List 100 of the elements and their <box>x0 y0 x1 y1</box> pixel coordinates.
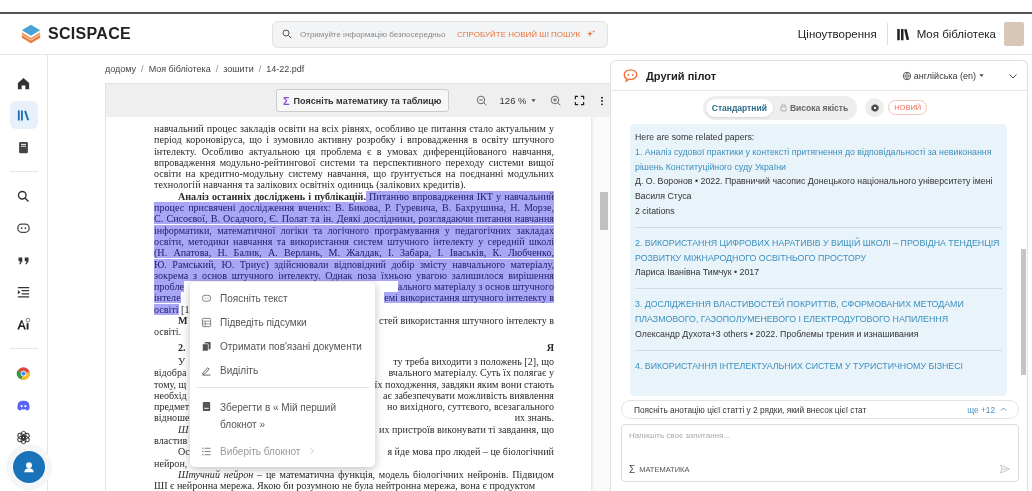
document-text: М <box>178 315 188 327</box>
breadcrumb-link[interactable]: додому <box>105 64 137 74</box>
document-text: їх походження, завдяки яким вони стають <box>374 378 554 390</box>
knot-icon <box>16 429 31 445</box>
notebook-icon <box>16 139 31 155</box>
zoom-in-icon[interactable] <box>548 94 562 107</box>
more-suggestions-button[interactable]: ще +12 <box>967 404 1008 415</box>
settings-button[interactable] <box>865 98 885 117</box>
menu-item[interactable]: Підведіть підсумки <box>196 310 369 334</box>
pricing-link[interactable]: Ціноутворення <box>787 28 887 40</box>
paper-meta: Лариса Іванівна Тимчук • 2017 <box>635 266 761 280</box>
document-text: пробле <box>154 281 184 293</box>
document-text: відобра <box>154 367 187 379</box>
document-text: інтелекту. Особливо актуальною ця проблема є в умовах диференційованого навчання, <box>154 145 554 157</box>
mode-tab[interactable]: Стандартний <box>705 98 773 117</box>
mode-tab[interactable]: Висока якість <box>772 98 855 117</box>
document-text: відноше <box>154 412 190 424</box>
document-text: предмет <box>154 401 190 413</box>
scrollbar[interactable] <box>1021 249 1026 375</box>
document-text: ШІ є нейронна мережа. Якою би розумною не була нейтронна мережа, вона є продуктом <box>154 480 536 491</box>
breadcrumb-link[interactable]: Моя бібліотека <box>148 64 211 74</box>
document-text: вчального матеріалу. Суть їх полягає у <box>388 367 554 379</box>
document-text: Ю. Рамський, Ю. Триус) здійснювали відповідний добір змісту навчального матеріалу, <box>154 258 554 270</box>
breadcrumb-separator: / <box>215 64 219 74</box>
document-text: ального матеріалу з основ штучного <box>397 281 554 293</box>
caret-icon <box>978 72 985 79</box>
chevron-up-icon <box>999 405 1008 414</box>
ai-text-icon <box>16 316 31 332</box>
document-text: тому, щ <box>154 378 187 390</box>
document-text: впровадження модульно-рейтингової системи та перспективного переходу системи вищої <box>154 156 554 168</box>
chat-icon <box>201 292 212 304</box>
pen-icon <box>201 364 212 376</box>
document-text: зокрема з основ штучного інтелекту. Однак поза їхньою увагою залишилося вирішення <box>154 269 554 281</box>
document-text: властив <box>154 435 188 446</box>
browser-icon <box>16 365 31 381</box>
logo-icon <box>20 23 42 45</box>
suggestion-chip[interactable]: Поясніть анотацію цієї статті у 2 рядки, який внесок цієї стат ще +12 <box>621 400 1019 419</box>
document-text: Ш <box>178 423 189 435</box>
document-text: [1 <box>180 303 190 315</box>
document-text: інтеле <box>154 292 181 304</box>
document-text: нейрон, <box>154 457 188 469</box>
lock-icon <box>778 103 788 112</box>
person-icon <box>22 460 36 474</box>
document-text: ту треба виходити з положень [2], що <box>393 355 554 367</box>
fullscreen-icon[interactable] <box>573 95 585 106</box>
zoom-out-icon[interactable] <box>474 94 488 107</box>
paper-meta: Олександр Духота+3 others • 2022. Проблемы трения и изнашивания <box>635 327 920 341</box>
menu-item[interactable]: Зберегти в « Мій перший блокнот » <box>196 393 369 439</box>
breadcrumb-link[interactable]: зошити <box>223 64 254 74</box>
document-text: період короновіруса, що і зумовило активну розробку і впровадження в освіту штучного <box>154 134 554 146</box>
breadcrumb-separator: / <box>258 64 262 74</box>
document-text: 2. <box>178 341 186 353</box>
copilot-icon <box>623 68 638 83</box>
document-text: Ос <box>178 446 190 458</box>
document-text: Аналіз останніх досліджень і публікацій. <box>178 190 366 202</box>
language-dropdown[interactable]: англійська (en) <box>901 70 985 81</box>
document-text: но вихідного, суттєвого, всезагального <box>387 401 554 413</box>
menu-item[interactable]: Поясніть текст <box>196 286 369 310</box>
breadcrumb-link[interactable]: 14-22.pdf <box>266 64 305 74</box>
document-text: освіті. <box>154 326 182 338</box>
document-text: У <box>178 355 186 367</box>
explain-math-button[interactable]: Σ Поясніть математику та таблицю <box>276 89 449 112</box>
document-text: стей використання штучного інтелекту в <box>379 315 554 327</box>
books-icon[interactable] <box>895 26 911 42</box>
panel-title: Другий пілот <box>646 69 717 82</box>
message-text: Here are some related papers: <box>635 131 756 144</box>
list-icon <box>201 445 212 457</box>
home-icon <box>16 75 31 91</box>
breadcrumb-separator: / <box>141 64 144 74</box>
document-text: я йде мова про людей – це біологічний <box>387 446 554 458</box>
citation-count: 2 citations <box>635 205 676 218</box>
library-link[interactable]: Моя бібліотека <box>887 26 1004 42</box>
document-text: (Н. Апатова, Н. Балик, А. Верлань, М. Жалдак, І. Забара, І. Іваськів, К. Любченко, <box>154 247 554 259</box>
document-text: інформатики, математичної логіки та логічного програмування у педагогічних закладах <box>154 224 554 236</box>
chat-icon <box>16 220 31 236</box>
document-text: ає забезпечувати можливість виявлення <box>383 389 554 401</box>
document-text: Питанню впровадження ІКТ у навчальний <box>365 190 554 202</box>
document-text: процес присвячені дослідження вчених: В. Бикова, Р. Гуревича, В. Бахрушина, Н. Морзе, <box>154 202 554 214</box>
outline-icon <box>16 284 31 300</box>
document-text: освіті <box>154 303 179 315</box>
chevron-right-icon <box>308 447 317 455</box>
menu-item[interactable]: Виділіть <box>196 358 369 382</box>
document-text: емі використання штучного інтелекту в <box>384 292 554 304</box>
document-text: Я <box>546 341 554 353</box>
document-text: освіти на кредитно-модульну систему навчання, що ґрунтується на поєднанні модульних <box>154 168 554 180</box>
logo-text[interactable]: SCISPACE <box>48 25 131 43</box>
settings-icon <box>869 102 880 113</box>
document-text: навчальний процес закладів освіти на всіх рівнях, особливо це питання стало актуальним у <box>154 123 554 134</box>
document-text: их пристроїв виконувати ті завдання, що <box>379 423 554 435</box>
zoom-dropdown[interactable]: 126 % <box>499 95 537 106</box>
document-text: освіти, методики навчання та використання систем штучного інтелекту у середній школі <box>154 235 554 247</box>
search-input[interactable]: Отримуйте інформацію безпосередньо <box>300 29 450 39</box>
document-text: технологій навчання та залікових освітніх одиниць (залікових кредитів). <box>154 179 466 191</box>
notebook-icon <box>201 401 212 412</box>
table-icon <box>201 316 212 328</box>
menu-item[interactable]: Отримати пов'язані документи <box>196 334 369 358</box>
scrollbar[interactable] <box>600 192 608 230</box>
paper-meta: Д. О. Воронов • 2022. Правничий часопис Донецького національного університету імені Василя Стуса <box>635 175 994 204</box>
search-icon <box>16 188 31 204</box>
document-text: С. Сисоєвої, В. Осадчого, Є. Полат та ін. Деякі дослідники, розглядаючи питання навчання <box>154 213 554 225</box>
